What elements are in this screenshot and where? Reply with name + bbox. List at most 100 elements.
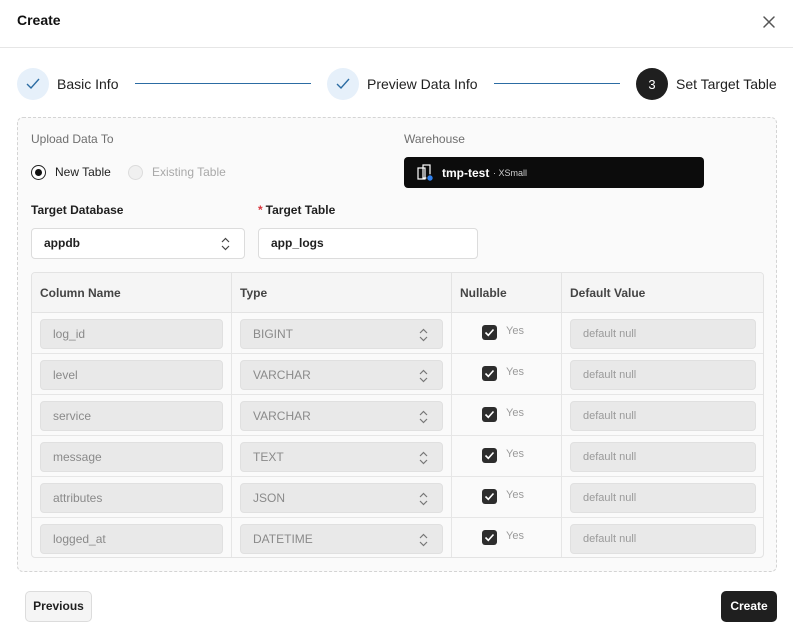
column-type-value: TEXT: [253, 450, 284, 464]
upload-data-to-label: Upload Data To: [31, 132, 114, 146]
step-connector: [135, 83, 311, 84]
column-name-cell: service: [32, 395, 232, 436]
nullable-checkbox[interactable]: [482, 407, 497, 422]
table-row: service VARCHAR Yes default null: [32, 395, 763, 436]
default-value-cell: default null: [562, 477, 763, 518]
nullable-label: Yes: [506, 366, 524, 378]
warehouse-name: tmp-test: [442, 166, 490, 180]
nullable-label: Yes: [506, 530, 524, 542]
nullable-label: Yes: [506, 407, 524, 419]
nullable-label: Yes: [506, 489, 524, 501]
column-type-select[interactable]: VARCHAR: [240, 401, 443, 431]
default-value-cell: default null: [562, 436, 763, 477]
column-table: Column Name Type Nullable Default Value …: [31, 272, 764, 558]
column-type-select[interactable]: JSON: [240, 483, 443, 513]
nullable-checkbox[interactable]: [482, 325, 497, 340]
check-icon: [484, 369, 495, 378]
dialog-title: Create: [17, 12, 61, 28]
column-name-cell: level: [32, 354, 232, 395]
create-button[interactable]: Create: [721, 591, 777, 622]
column-name-input[interactable]: log_id: [40, 319, 223, 349]
target-table-input[interactable]: app_logs: [258, 228, 478, 259]
nullable-checkbox[interactable]: [482, 489, 497, 504]
check-icon: [484, 492, 495, 501]
new-table-radio[interactable]: [31, 165, 46, 180]
default-value-input[interactable]: default null: [570, 483, 756, 513]
select-chevron-icon: [419, 492, 428, 506]
column-type-select[interactable]: BIGINT: [240, 319, 443, 349]
warehouse-selector[interactable]: tmp-test · XSmall: [404, 157, 704, 188]
dialog-header: Create: [0, 0, 793, 48]
column-type-value: JSON: [253, 491, 286, 505]
default-value-input[interactable]: default null: [570, 524, 756, 554]
table-row: log_id BIGINT Yes default null: [32, 313, 763, 354]
table-row: logged_at DATETIME Yes default null: [32, 518, 763, 557]
new-table-label[interactable]: New Table: [55, 165, 111, 179]
column-type-select[interactable]: VARCHAR: [240, 360, 443, 390]
target-database-value: appdb: [44, 236, 80, 250]
nullable-checkbox[interactable]: [482, 366, 497, 381]
nullable-cell: Yes: [452, 395, 562, 436]
column-type-select[interactable]: TEXT: [240, 442, 443, 472]
column-name-cell: attributes: [32, 477, 232, 518]
column-name-input[interactable]: message: [40, 442, 223, 472]
required-mark: *: [258, 203, 263, 217]
column-type-cell: JSON: [232, 477, 452, 518]
default-value-cell: default null: [562, 518, 763, 557]
nullable-cell: Yes: [452, 313, 562, 354]
column-type-value: BIGINT: [253, 327, 294, 341]
column-name-cell: log_id: [32, 313, 232, 354]
warehouse-size: · XSmall: [493, 168, 528, 178]
column-type-cell: TEXT: [232, 436, 452, 477]
step-1-label: Basic Info: [57, 76, 119, 92]
select-chevron-icon: [419, 410, 428, 424]
step-connector: [494, 83, 620, 84]
default-value-cell: default null: [562, 395, 763, 436]
column-header-default: Default Value: [562, 273, 763, 313]
select-chevron-icon: [419, 369, 428, 383]
column-header-nullable: Nullable: [452, 273, 562, 313]
nullable-cell: Yes: [452, 436, 562, 477]
default-value-input[interactable]: default null: [570, 442, 756, 472]
column-name-input[interactable]: attributes: [40, 483, 223, 513]
nullable-cell: Yes: [452, 477, 562, 518]
column-name-input[interactable]: service: [40, 401, 223, 431]
target-database-select[interactable]: appdb: [31, 228, 245, 259]
step-1-check-icon: [17, 68, 49, 100]
default-value-input[interactable]: default null: [570, 401, 756, 431]
select-chevron-icon: [419, 533, 428, 547]
check-icon: [484, 451, 495, 460]
close-icon[interactable]: [760, 13, 778, 31]
default-value-input[interactable]: default null: [570, 360, 756, 390]
default-value-cell: default null: [562, 313, 763, 354]
target-table-panel: Upload Data To New Table Existing Table …: [17, 117, 777, 572]
default-value-cell: default null: [562, 354, 763, 395]
existing-table-label[interactable]: Existing Table: [152, 165, 226, 179]
select-chevron-icon: [419, 328, 428, 342]
existing-table-radio[interactable]: [128, 165, 143, 180]
step-2-label: Preview Data Info: [367, 76, 478, 92]
select-chevron-icon: [419, 451, 428, 465]
previous-button[interactable]: Previous: [25, 591, 92, 622]
column-type-value: DATETIME: [253, 532, 313, 546]
column-type-select[interactable]: DATETIME: [240, 524, 443, 554]
nullable-cell: Yes: [452, 354, 562, 395]
warehouse-label: Warehouse: [404, 132, 465, 146]
step-2-check-icon: [327, 68, 359, 100]
default-value-input[interactable]: default null: [570, 319, 756, 349]
column-type-cell: VARCHAR: [232, 354, 452, 395]
nullable-checkbox[interactable]: [482, 530, 497, 545]
warehouse-icon: [417, 164, 434, 182]
column-name-input[interactable]: logged_at: [40, 524, 223, 554]
stepper: Basic Info Preview Data Info 3 Set Targe…: [0, 64, 793, 104]
column-header-name: Column Name: [32, 273, 232, 313]
column-type-value: VARCHAR: [253, 368, 311, 382]
column-name-input[interactable]: level: [40, 360, 223, 390]
nullable-label: Yes: [506, 325, 524, 337]
target-table-label: * Target Table: [258, 203, 336, 217]
nullable-cell: Yes: [452, 518, 562, 557]
nullable-label: Yes: [506, 448, 524, 460]
nullable-checkbox[interactable]: [482, 448, 497, 463]
table-row: attributes JSON Yes default null: [32, 477, 763, 518]
column-type-cell: BIGINT: [232, 313, 452, 354]
